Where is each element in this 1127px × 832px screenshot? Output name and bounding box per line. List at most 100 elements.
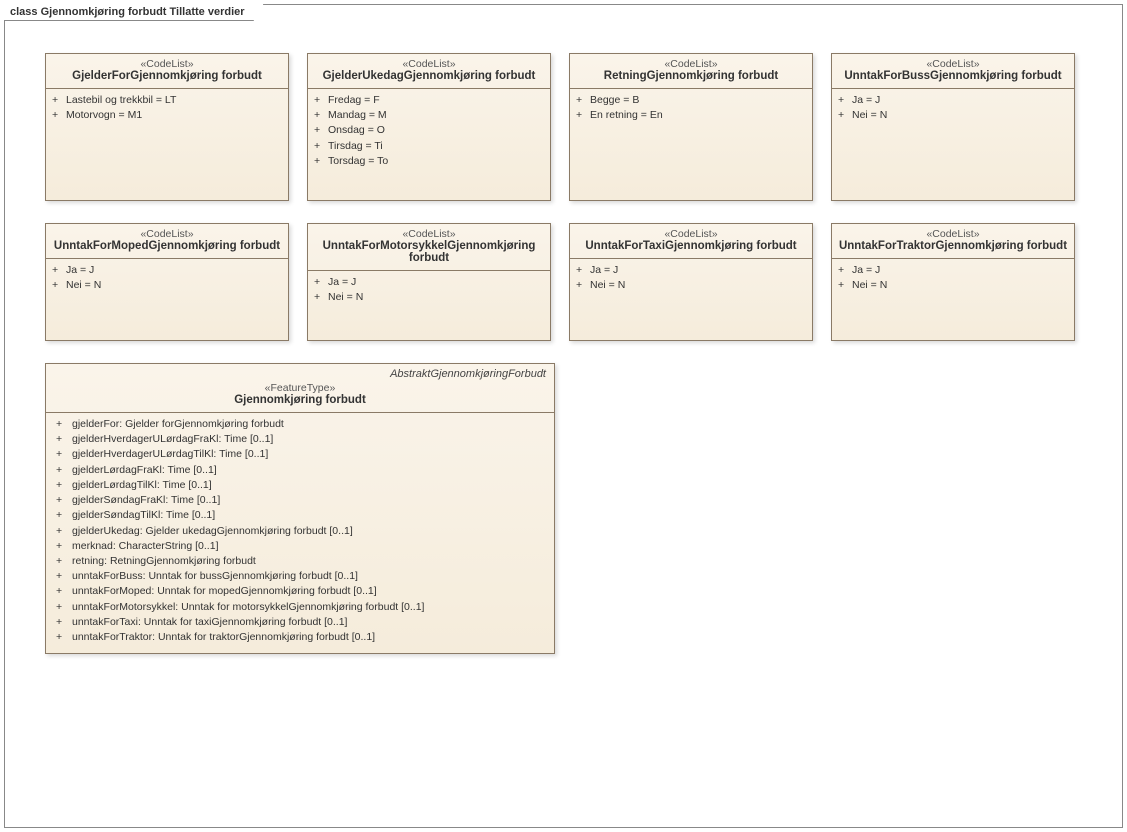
class-attrs: +Begge = B+En retning = En	[570, 89, 812, 200]
feature-abstract-ref: AbstraktGjennomkjøringForbudt	[46, 364, 554, 380]
attr-row: +gjelderSøndagTilKl: Time [0..1]	[56, 508, 548, 523]
attr-row: +unntakForBuss: Unntak for bussGjennomkj…	[56, 569, 548, 584]
frame-keyword: class	[10, 6, 38, 18]
class-name: UnntakForTraktorGjennomkjøring forbudt	[838, 240, 1068, 252]
feature-attrs: + gjelderFor: Gjelder forGjennomkjøring f…	[46, 413, 554, 653]
attr-row: +Lastebil og trekkbil = LT	[52, 93, 282, 108]
attr-row: +Tirsdag = Ti	[314, 139, 544, 154]
attr-row: +gjelderSøndagFraKl: Time [0..1]	[56, 493, 548, 508]
class-name: GjelderUkedagGjennomkjøring forbudt	[314, 70, 544, 82]
class-stereotype: «CodeList»	[838, 58, 1068, 70]
visibility-plus: +	[576, 93, 590, 108]
attr-text: Nei = N	[66, 278, 101, 293]
class-attrs: +Ja = J+Nei = N	[832, 89, 1074, 200]
class-attrs: +Fredag = F+Mandag = M+Onsdag = O+Tirsda…	[308, 89, 550, 200]
diagram-frame: class Gjennomkjøring forbudt Tillatte ve…	[4, 4, 1123, 828]
attr-text: Nei = N	[590, 278, 625, 293]
attr-row: +gjelderLørdagTilKl: Time [0..1]	[56, 478, 548, 493]
attr-text: Tirsdag = Ti	[328, 139, 383, 154]
class-stereotype: «CodeList»	[314, 58, 544, 70]
frame-name: Gjennomkjøring forbudt Tillatte verdier	[41, 6, 245, 18]
attr-row: +Begge = B	[576, 93, 806, 108]
feature-class-box: AbstraktGjennomkjøringForbudt «FeatureTy…	[45, 363, 555, 654]
codelist-row-2: «CodeList»UnntakForMopedGjennomkjøring f…	[5, 223, 1122, 341]
attr-text: Lastebil og trekkbil = LT	[66, 93, 176, 108]
class-head: «CodeList»RetningGjennomkjøring forbudt	[570, 54, 812, 89]
visibility-plus: +	[56, 600, 72, 615]
attr-text: Nei = N	[852, 278, 887, 293]
visibility-plus: +	[52, 263, 66, 278]
attr-text: gjelderHverdagerULørdagFraKl: Time [0..1…	[72, 432, 273, 447]
attr-row: +merknad: CharacterString [0..1]	[56, 539, 548, 554]
visibility-plus: +	[56, 569, 72, 584]
class-head: «CodeList»UnntakForMopedGjennomkjøring f…	[46, 224, 288, 259]
attr-row: +unntakForTaxi: Unntak for taxiGjennomkj…	[56, 615, 548, 630]
class-head: «CodeList»GjelderForGjennomkjøring forbu…	[46, 54, 288, 89]
attr-text: gjelderLørdagFraKl: Time [0..1]	[72, 463, 217, 478]
visibility-plus: +	[314, 275, 328, 290]
attr-text: merknad: CharacterString [0..1]	[72, 539, 218, 554]
attr-row: +gjelderUkedag: Gjelder ukedagGjennomkjø…	[56, 524, 548, 539]
attr-row: +gjelderLørdagFraKl: Time [0..1]	[56, 463, 548, 478]
class-name: UnntakForMopedGjennomkjøring forbudt	[52, 240, 282, 252]
visibility-plus: +	[314, 93, 328, 108]
attr-text: gjelderUkedag: Gjelder ukedagGjennomkjør…	[72, 524, 353, 539]
attr-row: +gjelderHverdagerULørdagTilKl: Time [0..…	[56, 447, 548, 462]
visibility-plus: +	[576, 108, 590, 123]
class-head: «CodeList»UnntakForMotorsykkelGjennomkjø…	[308, 224, 550, 271]
class-name: GjelderForGjennomkjøring forbudt	[52, 70, 282, 82]
visibility-plus: +	[56, 630, 72, 645]
codelist-class-box: «CodeList»GjelderUkedagGjennomkjøring fo…	[307, 53, 551, 201]
attr-row: +Ja = J	[52, 263, 282, 278]
attr-row: +Ja = J	[838, 93, 1068, 108]
visibility-plus: +	[52, 93, 66, 108]
attr-text: Nei = N	[328, 290, 363, 305]
attr-text: gjelderSøndagFraKl: Time [0..1]	[72, 493, 220, 508]
class-stereotype: «CodeList»	[838, 228, 1068, 240]
attr-row: +Nei = N	[838, 108, 1068, 123]
visibility-plus: +	[52, 108, 66, 123]
visibility-plus: +	[56, 554, 72, 569]
attr-text: gjelderLørdagTilKl: Time [0..1]	[72, 478, 212, 493]
visibility-plus: +	[52, 278, 66, 293]
attr-text: En retning = En	[590, 108, 663, 123]
visibility-plus: +	[56, 584, 72, 599]
class-stereotype: «CodeList»	[576, 58, 806, 70]
attr-row: +Ja = J	[576, 263, 806, 278]
feature-stereotype: «FeatureType»	[52, 382, 548, 394]
attr-row: +unntakForTraktor: Unntak for traktorGje…	[56, 630, 548, 645]
codelist-row-1: «CodeList»GjelderForGjennomkjøring forbu…	[5, 53, 1122, 201]
class-head: «CodeList»UnntakForBussGjennomkjøring fo…	[832, 54, 1074, 89]
class-stereotype: «CodeList»	[52, 228, 282, 240]
feature-head: «FeatureType» Gjennomkjøring forbudt	[46, 380, 554, 413]
attr-row: +Nei = N	[314, 290, 544, 305]
attr-text: Ja = J	[852, 263, 880, 278]
visibility-plus: +	[838, 263, 852, 278]
attr-text: gjelderFor: Gjelder forGjennomkjøring fo…	[72, 417, 284, 432]
class-head: «CodeList»GjelderUkedagGjennomkjøring fo…	[308, 54, 550, 89]
attr-text: gjelderHverdagerULørdagTilKl: Time [0..1…	[72, 447, 268, 462]
frame-title: class Gjennomkjøring forbudt Tillatte ve…	[4, 4, 264, 21]
codelist-class-box: «CodeList»RetningGjennomkjøring forbudt+…	[569, 53, 813, 201]
visibility-plus: +	[56, 493, 72, 508]
class-stereotype: «CodeList»	[576, 228, 806, 240]
attr-row: +gjelderHverdagerULørdagFraKl: Time [0..…	[56, 432, 548, 447]
class-name: UnntakForTaxiGjennomkjøring forbudt	[576, 240, 806, 252]
class-stereotype: «CodeList»	[52, 58, 282, 70]
codelist-class-box: «CodeList»GjelderForGjennomkjøring forbu…	[45, 53, 289, 201]
attr-row: +Ja = J	[314, 275, 544, 290]
attr-text: gjelderSøndagTilKl: Time [0..1]	[72, 508, 215, 523]
attr-row: +unntakForMotorsykkel: Unntak for motors…	[56, 600, 548, 615]
attr-text: unntakForTaxi: Unntak for taxiGjennomkjø…	[72, 615, 347, 630]
attr-text: retning: RetningGjennomkjøring forbudt	[72, 554, 256, 569]
attr-row: +Motorvogn = M1	[52, 108, 282, 123]
feature-row: AbstraktGjennomkjøringForbudt «FeatureTy…	[5, 363, 1122, 654]
attr-text: Ja = J	[328, 275, 356, 290]
attr-text: Nei = N	[852, 108, 887, 123]
attr-row: +Torsdag = To	[314, 154, 544, 169]
attr-text: Ja = J	[66, 263, 94, 278]
attr-text: unntakForMotorsykkel: Unntak for motorsy…	[72, 600, 424, 615]
class-attrs: +Ja = J+Nei = N	[308, 271, 550, 340]
visibility-plus: +	[838, 93, 852, 108]
codelist-class-box: «CodeList»UnntakForMopedGjennomkjøring f…	[45, 223, 289, 341]
